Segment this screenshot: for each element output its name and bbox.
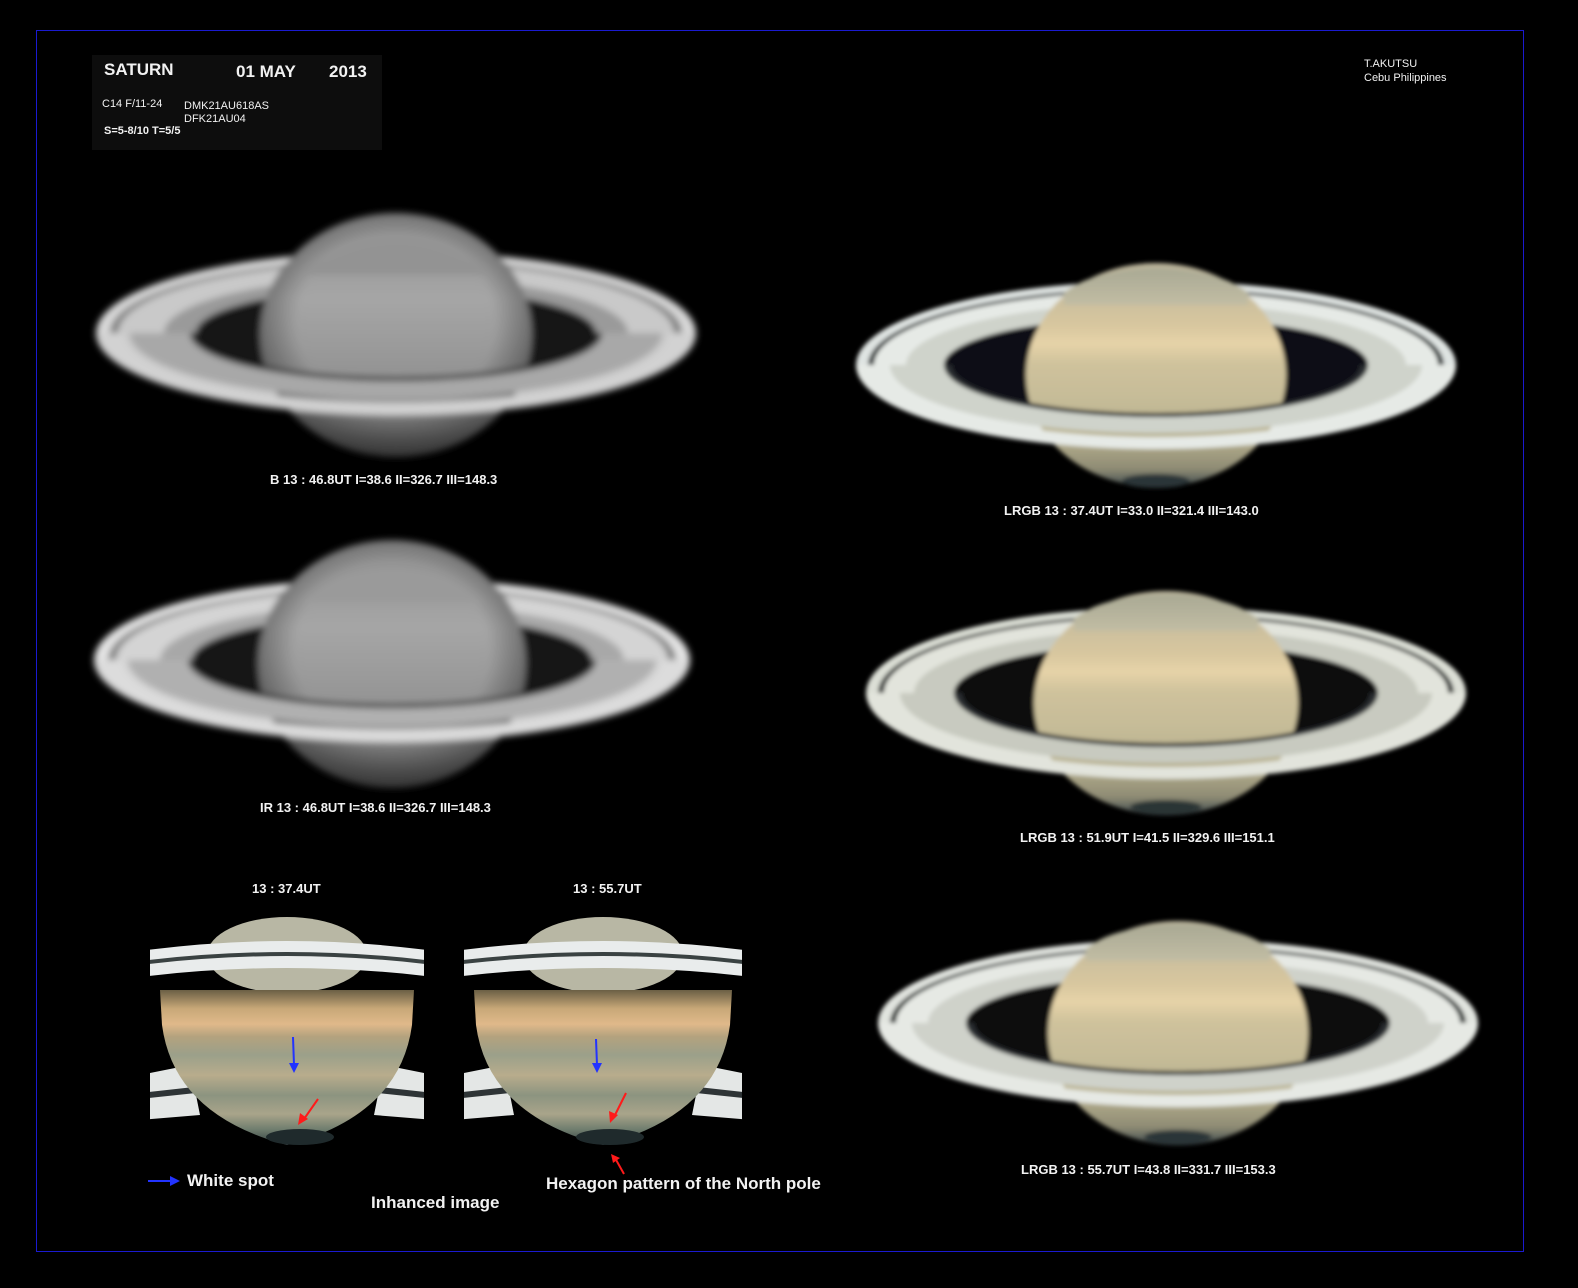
caption-lrgb-1: LRGB 13 : 37.4UT I=33.0 II=321.4 III=143… (1004, 503, 1259, 518)
enhanced-time-left: 13 : 37.4UT (252, 881, 321, 896)
enhanced-image-label: Inhanced image (371, 1193, 500, 1212)
observation-date: 01 MAY (236, 62, 296, 81)
saturn-b-filter-image (96, 213, 696, 457)
object-title: SATURN (104, 60, 174, 79)
caption-ir-filter: IR 13 : 46.8UT I=38.6 II=326.7 III=148.3 (260, 800, 491, 815)
camera-info-2: DFK21AU04 (184, 113, 246, 125)
saturn-ir-filter-image (94, 540, 690, 788)
white-spot-legend-arrow (148, 1176, 180, 1186)
hexagon-note: Hexagon pattern of the North pole (546, 1174, 821, 1193)
caption-lrgb-3: LRGB 13 : 55.7UT I=43.8 II=331.7 III=153… (1021, 1162, 1276, 1177)
seeing-info: S=5-8/10 T=5/5 (104, 125, 181, 137)
enhanced-time-right: 13 : 55.7UT (573, 881, 642, 896)
observation-year: 2013 (329, 62, 367, 81)
white-spot-legend-label: White spot (187, 1171, 274, 1190)
saturn-lrgb-2-image (866, 591, 1466, 815)
caption-b-filter: B 13 : 46.8UT I=38.6 II=326.7 III=148.3 (270, 472, 498, 487)
saturn-lrgb-3-image (878, 921, 1478, 1145)
observer-location: Cebu Philippines (1364, 72, 1447, 84)
camera-info-1: DMK21AU618AS (184, 100, 269, 112)
observer-name: T.AKUTSU (1364, 58, 1418, 70)
saturn-lrgb-1-image (856, 263, 1456, 488)
enhanced-image-right (464, 917, 742, 1145)
telescope-info: C14 F/11-24 (102, 98, 163, 110)
caption-lrgb-2: LRGB 13 : 51.9UT I=41.5 II=329.6 III=151… (1020, 830, 1275, 845)
enhanced-image-left (150, 917, 424, 1145)
